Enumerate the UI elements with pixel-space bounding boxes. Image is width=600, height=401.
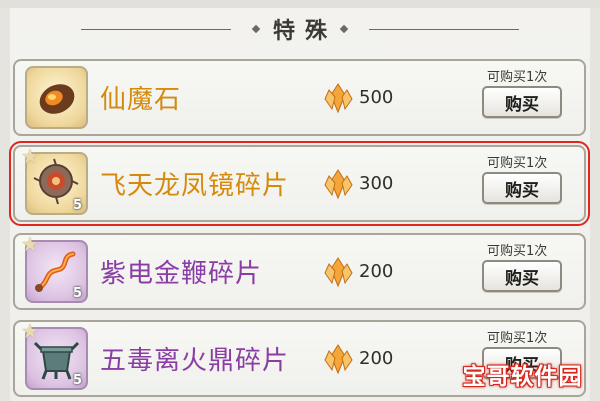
item-price: 200 <box>359 261 394 282</box>
shop-item-row[interactable]: 仙魔石 500 可购买1次 购买 <box>13 59 586 136</box>
gem-stone-icon[interactable] <box>25 66 88 129</box>
item-price: 300 <box>359 173 394 194</box>
fragment-count: 5 <box>72 286 82 301</box>
purchase-limit: 可购买1次 <box>487 244 548 259</box>
watermark-logo: 宝哥软件园 <box>462 364 583 390</box>
purchase-limit: 可购买1次 <box>487 156 548 171</box>
item-price: 500 <box>359 87 394 108</box>
section-header: 特殊 <box>0 12 600 46</box>
crystal-currency-icon <box>324 83 353 114</box>
fragment-star-icon: ★ <box>21 232 39 256</box>
buy-button[interactable]: 购买 <box>482 172 562 204</box>
purchase-limit: 可购买1次 <box>487 70 548 85</box>
buy-button[interactable]: 购买 <box>482 86 562 118</box>
shop-item-row[interactable]: ★ 5 飞天龙凤镜碎片 300 可购买1次 购买 <box>9 141 590 226</box>
item-name: 飞天龙凤镜碎片 <box>100 171 290 201</box>
purchase-limit: 可购买1次 <box>487 331 548 346</box>
shop-item-row[interactable]: ★ 5 紫电金鞭碎片 200 可购买1次 购买 <box>13 233 586 310</box>
item-name: 紫电金鞭碎片 <box>100 259 263 289</box>
top-strip <box>0 0 600 8</box>
panel-side-left <box>0 8 10 401</box>
fragment-count: 5 <box>72 373 82 388</box>
buy-button[interactable]: 购买 <box>482 260 562 292</box>
fragment-star-icon: ★ <box>21 144 39 168</box>
crystal-currency-icon <box>324 169 353 200</box>
diamond-ornament-icon <box>339 24 349 34</box>
section-title: 特殊 <box>272 19 337 44</box>
fragment-star-icon: ★ <box>21 319 39 343</box>
whip-fragment-icon[interactable]: ★ 5 <box>21 234 88 303</box>
item-name: 仙魔石 <box>100 85 182 115</box>
diamond-ornament-icon <box>251 24 261 34</box>
mirror-fragment-icon[interactable]: ★ 5 <box>21 146 88 215</box>
item-price: 200 <box>359 348 394 369</box>
divider-right <box>369 28 519 30</box>
crystal-currency-icon <box>324 344 353 375</box>
fragment-count: 5 <box>72 198 82 213</box>
panel-side-right <box>590 8 600 401</box>
cauldron-fragment-icon[interactable]: ★ 5 <box>21 321 88 390</box>
crystal-currency-icon <box>324 257 353 288</box>
item-name: 五毒离火鼎碎片 <box>100 346 290 376</box>
divider-left <box>80 28 231 30</box>
